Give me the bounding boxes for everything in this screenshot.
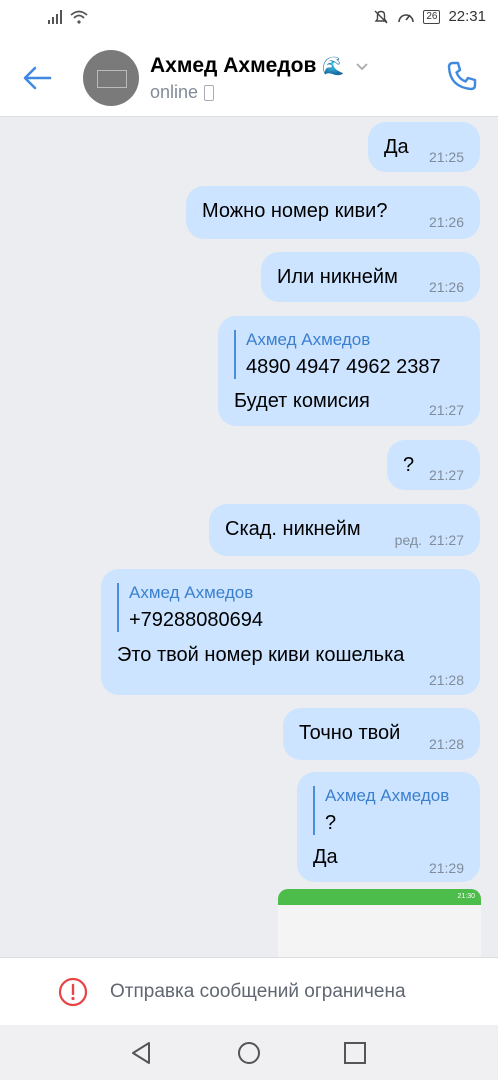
warning-icon — [58, 977, 88, 1007]
back-arrow-icon[interactable] — [20, 60, 56, 96]
contact-name: Ахмед Ахмедов — [150, 54, 317, 77]
online-status-text: online — [150, 82, 199, 102]
screenshot-attachment[interactable]: 21:30 — [278, 889, 481, 957]
chat-header: Ахмед Ахмедов 🌊 online — [0, 36, 498, 117]
message-time: 21:28 — [428, 672, 464, 688]
nav-home-icon[interactable] — [235, 1039, 263, 1067]
message-text: Да — [384, 136, 409, 158]
message-time: 21:25 — [428, 149, 464, 165]
quote-author: Ахмед Ахмедов — [246, 330, 371, 349]
phone-call-icon[interactable] — [444, 58, 480, 94]
nav-back-icon[interactable] — [128, 1039, 156, 1067]
avatar-image — [97, 70, 127, 88]
message-bubble[interactable]: Точно твой 21:28 — [283, 708, 480, 760]
status-time: 22:31 — [448, 8, 486, 25]
quoted-message[interactable]: Ахмед Ахмедов +79288080694 — [117, 583, 263, 632]
message-time: 21:27 — [428, 402, 464, 418]
message-text: Точно твой — [299, 722, 401, 744]
message-time: 21:26 — [428, 279, 464, 295]
signal-indicators — [48, 10, 88, 24]
message-text: Или никнейм — [277, 266, 398, 288]
mute-bell-icon — [374, 10, 388, 23]
quote-text: 4890 4947 4962 2387 — [246, 356, 441, 378]
message-time: 21:26 — [428, 214, 464, 230]
quote-author: Ахмед Ахмедов — [129, 583, 254, 602]
message-text: Это твой номер киви кошелька — [117, 644, 405, 666]
battery-icon: 26 — [423, 9, 441, 24]
avatar[interactable] — [83, 50, 139, 106]
message-bubble[interactable]: Да 21:25 — [368, 122, 480, 172]
attachment-time: 21:30 — [457, 893, 475, 900]
message-text: Будет комисия — [234, 390, 370, 412]
message-edited-label: ред. — [394, 532, 422, 548]
message-text: Скад. никнейм — [225, 518, 361, 540]
contact-title[interactable]: Ахмед Ахмедов 🌊 — [150, 54, 369, 78]
message-bubble[interactable]: Можно номер киви? 21:26 — [186, 186, 480, 239]
message-text: Да — [313, 846, 338, 868]
wave-emoji: 🌊 — [322, 55, 345, 76]
nav-recents-icon[interactable] — [341, 1039, 369, 1067]
signal-icon — [48, 10, 62, 24]
message-text: Можно номер киви? — [202, 200, 388, 222]
message-bubble-with-quote[interactable]: Ахмед Ахмедов ? Да 21:29 — [297, 772, 480, 882]
quote-text: +79288080694 — [129, 609, 264, 631]
message-bubble-with-quote[interactable]: Ахмед Ахмедов 4890 4947 4962 2387 Будет … — [218, 316, 480, 426]
quoted-message[interactable]: Ахмед Ахмедов ? — [313, 786, 449, 835]
quote-author: Ахмед Ахмедов — [325, 786, 450, 805]
system-nav-bar — [0, 1025, 498, 1080]
message-list[interactable]: Да 21:25 Можно номер киви? 21:26 Или ник… — [0, 117, 498, 957]
message-time: 21:29 — [428, 860, 464, 876]
wifi-icon — [70, 10, 88, 24]
message-time: 21:27 — [428, 467, 464, 483]
message-bubble-with-quote[interactable]: Ахмед Ахмедов +79288080694 Это твой номе… — [101, 569, 480, 695]
restricted-banner: Отправка сообщений ограничена — [0, 957, 498, 1026]
restricted-text: Отправка сообщений ограничена — [110, 981, 406, 1002]
mobile-device-icon — [204, 84, 215, 101]
message-bubble[interactable]: ? 21:27 — [387, 440, 480, 490]
attachment-status-bar: 21:30 — [278, 889, 481, 905]
message-bubble[interactable]: Скад. никнейм ред. 21:27 — [209, 504, 480, 556]
message-bubble[interactable]: Или никнейм 21:26 — [261, 252, 480, 302]
quoted-message[interactable]: Ахмед Ахмедов 4890 4947 4962 2387 — [234, 330, 441, 379]
message-time: 21:27 — [428, 532, 464, 548]
message-text: ? — [403, 454, 415, 476]
message-time: 21:28 — [428, 736, 464, 752]
status-bar: 26 22:31 — [0, 0, 498, 36]
online-status: online — [150, 82, 215, 103]
speedometer-icon — [398, 13, 415, 22]
chevron-down-icon — [356, 63, 368, 71]
quote-text: ? — [325, 812, 337, 834]
